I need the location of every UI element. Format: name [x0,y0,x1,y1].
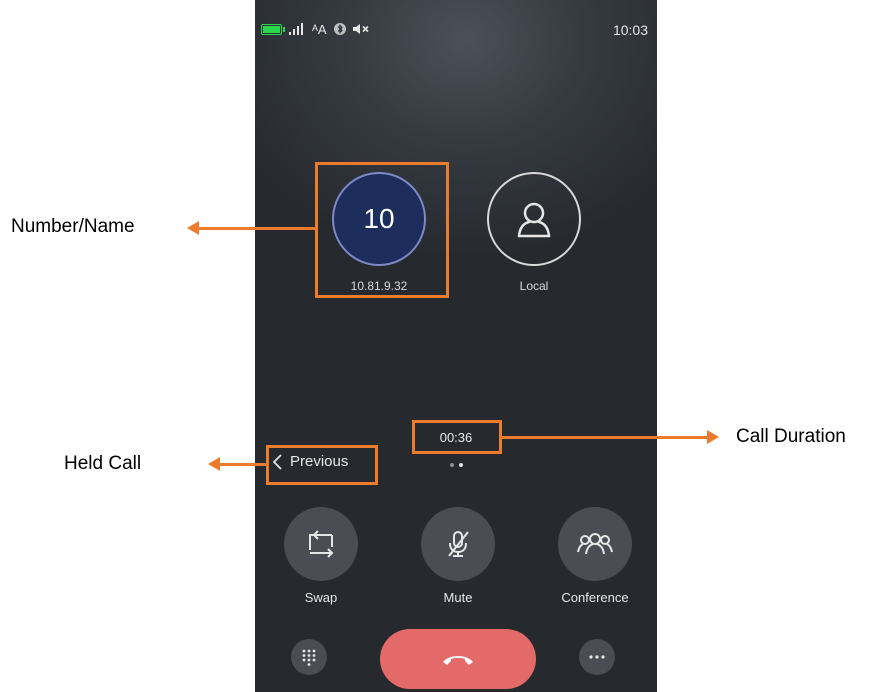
signal-icon [289,23,303,35]
phone-screen: ᴬA 10:03 10 10.81.9.32 Local 00:36 Previ… [255,0,657,692]
end-call-button[interactable] [380,629,536,689]
held-call-callout-line [217,463,266,466]
dialpad-icon [302,649,316,666]
swap-button[interactable]: Swap [281,507,361,605]
conference-button[interactable]: Conference [555,507,635,605]
battery-icon [261,23,285,35]
more-button[interactable] [579,639,615,675]
swap-icon [309,530,334,558]
swap-label: Swap [304,590,338,605]
hangup-icon [443,656,473,665]
conference-circle[interactable] [558,507,632,581]
number-name-arrowhead [187,221,199,235]
page-dot [450,463,454,467]
local-avatar [487,172,581,266]
conference-icon [577,533,613,555]
number-name-callout-box [315,162,449,298]
local-label: Local [519,279,549,293]
page-dot-active [459,463,463,467]
page-indicator [450,463,463,467]
status-icons: ᴬA [261,22,371,36]
mute-label: Mute [443,590,473,605]
held-call-callout-box [266,445,378,485]
mic-muted-icon [448,531,469,557]
number-name-callout-line [196,227,315,230]
bluetooth-icon [333,23,346,35]
status-bar: ᴬA 10:03 [255,0,657,42]
call-duration-callout-box [412,420,502,454]
held-call-label: Held Call [64,453,142,474]
muted-speaker-icon [352,24,369,34]
call-duration-callout-line [502,436,709,439]
call-duration-label: Call Duration [736,426,846,447]
person-icon [517,202,551,238]
number-name-label: Number/Name [11,216,135,237]
font-size-icon: ᴬA [312,21,327,37]
mute-button[interactable]: Mute [418,507,498,605]
more-icon [589,655,605,659]
held-call-arrowhead [208,457,220,471]
call-duration-arrowhead [707,430,719,444]
status-time: 10:03 [612,22,648,38]
dialpad-button[interactable] [291,639,327,675]
mute-circle[interactable] [421,507,495,581]
conference-label: Conference [561,590,629,605]
swap-circle[interactable] [284,507,358,581]
